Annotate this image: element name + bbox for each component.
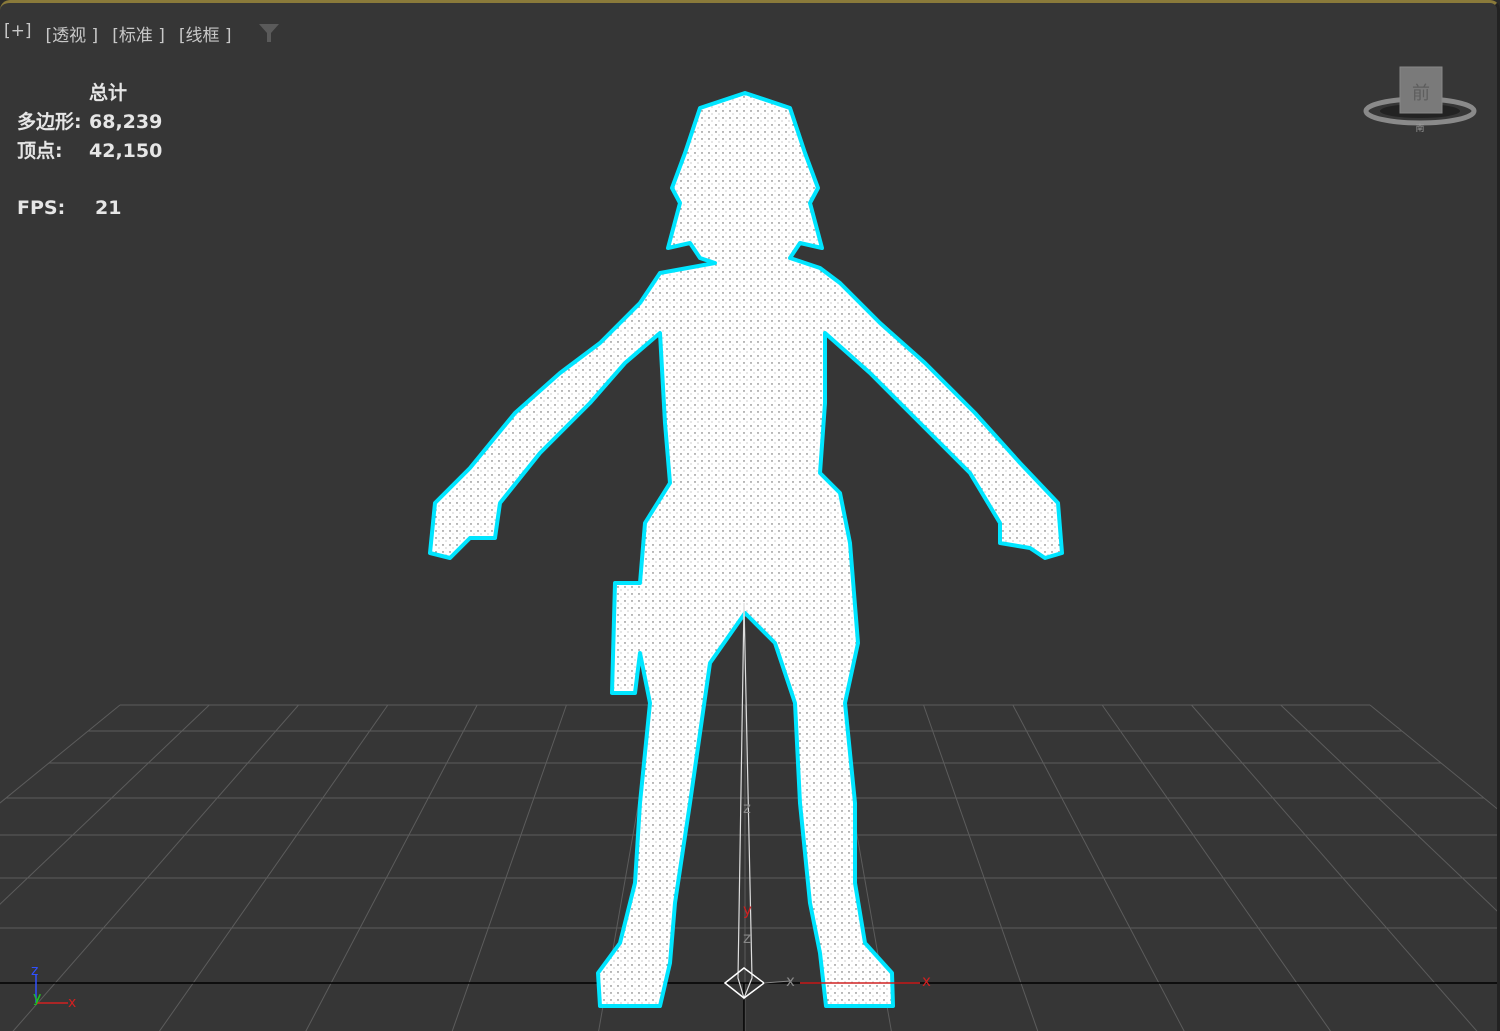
viewport-label-menu: [+] [透视 ] [标准 ] [线框 ] bbox=[4, 21, 232, 46]
grid-line-depth bbox=[451, 704, 567, 1031]
grid-line-depth bbox=[12, 704, 299, 1031]
grid-line-depth bbox=[1191, 704, 1478, 1031]
axis-tripod: z y x bbox=[31, 963, 76, 1011]
grid-line-depth bbox=[1280, 704, 1497, 912]
tripod-z-label: z bbox=[31, 963, 38, 979]
stats-header: 总计 bbox=[89, 82, 128, 104]
gizmo-z-label: z bbox=[743, 799, 751, 817]
grid-line-depth bbox=[158, 704, 389, 1031]
statistics-overlay: 总计 多边形: 68,239 顶点: 42,150 FPS: 21 bbox=[17, 79, 162, 223]
grid-line-depth bbox=[0, 704, 121, 804]
character-wireframe-mesh[interactable] bbox=[428, 91, 1064, 1008]
filter-icon[interactable] bbox=[258, 22, 280, 44]
polygons-value: 68,239 bbox=[89, 111, 163, 133]
gizmo-y-label: y bbox=[743, 901, 752, 919]
viewport-standard-menu[interactable]: [标准 ] bbox=[112, 21, 165, 46]
gizmo-x-label-red: x bbox=[922, 972, 931, 990]
grid-line-depth bbox=[923, 704, 1039, 1031]
viewport-general-menu[interactable]: [+] bbox=[4, 21, 32, 46]
gizmo-x-label: x bbox=[786, 972, 795, 990]
vertices-value: 42,150 bbox=[89, 140, 163, 162]
grid-line-depth bbox=[1369, 704, 1497, 810]
fps-value: 21 bbox=[95, 197, 122, 219]
tripod-x-label: x bbox=[68, 995, 76, 1011]
vertices-label: 顶点: bbox=[17, 140, 63, 162]
grid-line-depth bbox=[1012, 704, 1185, 1031]
grid-line-depth bbox=[1101, 704, 1332, 1031]
viewport-shading-menu[interactable]: [线框 ] bbox=[179, 21, 232, 46]
viewport-scene[interactable]: x x y z z z y x bbox=[0, 3, 1500, 1031]
viewcube-front-face[interactable]: 前 bbox=[1412, 83, 1430, 104]
grid-line-depth bbox=[0, 704, 210, 905]
grid-line-depth bbox=[305, 704, 478, 1031]
perspective-viewport[interactable]: x x y z z z y x [+] [透视 ] [标准 ] [线框 ] 总计… bbox=[0, 0, 1500, 1031]
viewcube[interactable]: 前 南 bbox=[1362, 63, 1482, 135]
polygons-label: 多边形: bbox=[17, 111, 82, 133]
gizmo-z-label-lower: z bbox=[743, 929, 751, 947]
fps-label: FPS: bbox=[17, 197, 66, 219]
tripod-y-label: y bbox=[33, 990, 41, 1006]
viewcube-compass-south[interactable]: 南 bbox=[1415, 122, 1424, 134]
viewport-point-of-view-menu[interactable]: [透视 ] bbox=[46, 21, 99, 46]
